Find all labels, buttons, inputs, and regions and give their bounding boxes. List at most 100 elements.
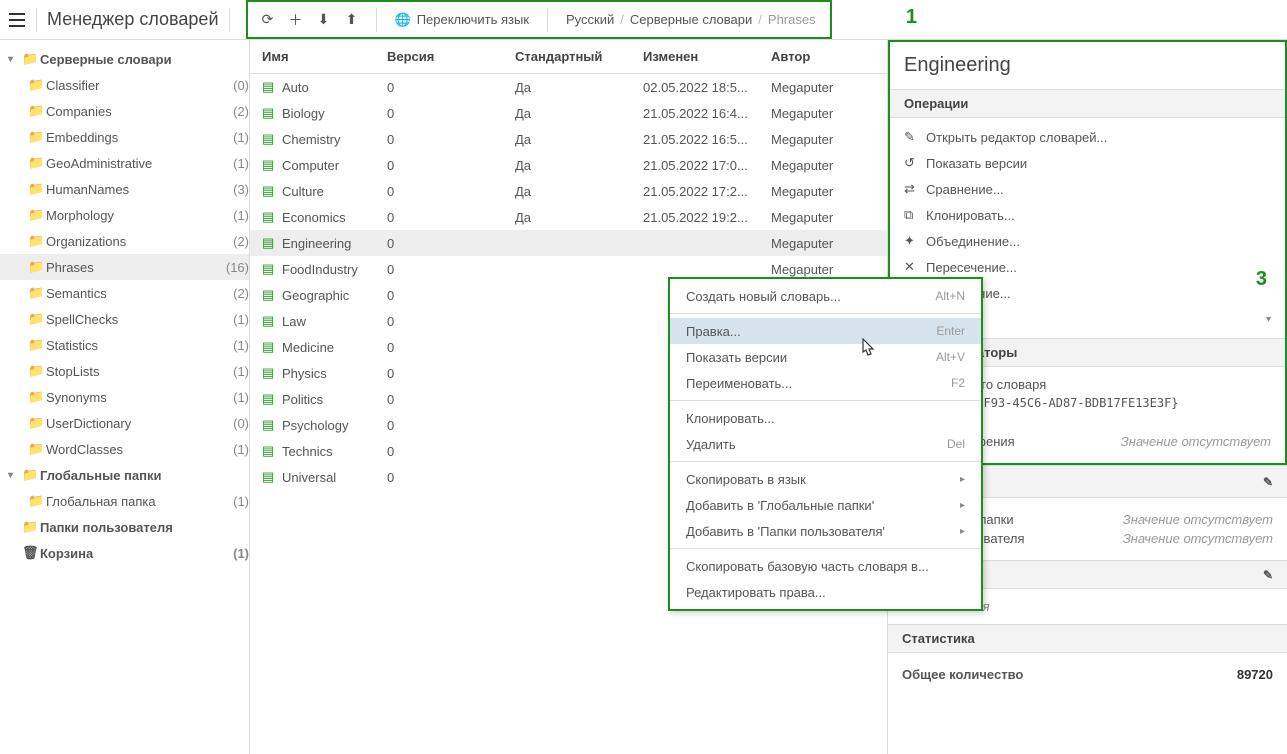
download-button[interactable]: ⬇ (310, 6, 338, 34)
sidebar-item[interactable]: 📁StopLists (1) (0, 358, 249, 384)
cell-name: Engineering (282, 236, 387, 251)
item-label: UserDictionary (46, 416, 231, 431)
sidebar-item[interactable]: 📁SpellChecks (1) (0, 306, 249, 332)
operation-item[interactable]: ✎Открыть редактор словарей... (890, 124, 1285, 150)
sidebar-group[interactable]: ▾📁Серверные словари (0, 46, 249, 72)
cell-name: Universal (282, 470, 387, 485)
table-row[interactable]: ▤Culture0Да21.05.2022 17:2...Megaputer (250, 178, 887, 204)
shortcut-label: F2 (951, 376, 965, 390)
edit-icon[interactable]: ✎ (1263, 475, 1273, 489)
separator (36, 8, 37, 32)
switch-language-button[interactable]: 🌐 Переключить язык (387, 12, 538, 28)
folder-icon: 📁 (28, 129, 46, 145)
breadcrumb-item[interactable]: Серверные словари (630, 12, 752, 27)
sidebar-item[interactable]: 📁Semantics (2) (0, 280, 249, 306)
sidebar-group[interactable]: 📁Папки пользователя (0, 514, 249, 540)
table-row[interactable]: ▤Biology0Да21.05.2022 16:4...Megaputer (250, 100, 887, 126)
context-menu-item[interactable]: Переименовать...F2 (670, 370, 981, 396)
annotation-1: 1 (906, 6, 917, 29)
folder-icon: 📁 (28, 311, 46, 327)
upload-button[interactable]: ⬆ (338, 6, 366, 34)
folder-icon: 📁 (28, 103, 46, 119)
sidebar-item[interactable]: 📁Statistics (1) (0, 332, 249, 358)
context-menu-item[interactable]: Добавить в 'Глобальные папки'▸ (670, 492, 981, 518)
sidebar-item[interactable]: 📁HumanNames (3) (0, 176, 249, 202)
col-modified[interactable]: Изменен (643, 49, 771, 64)
count-badge: (0) (233, 416, 249, 431)
table-row[interactable]: ▤Chemistry0Да21.05.2022 16:5...Megaputer (250, 126, 887, 152)
dictionary-icon: ▤ (262, 105, 282, 121)
cell-version: 0 (387, 184, 515, 199)
menu-item-label: Добавить в 'Папки пользователя' (686, 524, 960, 539)
table-row[interactable]: ▤Computer0Да21.05.2022 17:0...Megaputer (250, 152, 887, 178)
sidebar-item[interactable]: 📁Classifier (0) (0, 72, 249, 98)
dropdown-arrow-icon: ▾ (1266, 314, 1271, 325)
sidebar-group[interactable]: 🗑Корзина (1) (0, 540, 249, 566)
menu-item-label: Клонировать... (686, 411, 965, 426)
dictionary-icon: ▤ (262, 183, 282, 199)
folder-icon: 📁 (22, 519, 40, 535)
sidebar-item[interactable]: 📁WordClasses (1) (0, 436, 249, 462)
add-button[interactable]: ＋ (282, 6, 310, 34)
cell-name: Biology (282, 106, 387, 121)
sidebar-item[interactable]: 📁UserDictionary (0) (0, 410, 249, 436)
table-row[interactable]: ▤Economics0Да21.05.2022 19:2...Megaputer (250, 204, 887, 230)
menu-icon[interactable] (8, 11, 26, 29)
dictionary-icon: ▤ (262, 261, 282, 277)
menu-item-label: Удалить (686, 437, 947, 452)
item-label: Synonyms (46, 390, 231, 405)
dictionary-icon: ▤ (262, 79, 282, 95)
operation-icon: ↺ (904, 155, 926, 171)
dictionary-icon: ▤ (262, 339, 282, 355)
context-menu-item[interactable]: УдалитьDel (670, 431, 981, 457)
breadcrumb-item[interactable]: Русский (566, 12, 614, 27)
context-menu-item[interactable]: Показать версииAlt+V (670, 344, 981, 370)
context-menu-item[interactable]: Скопировать в язык▸ (670, 466, 981, 492)
context-menu-item[interactable]: Создать новый словарь...Alt+N (670, 283, 981, 309)
operation-item[interactable]: ↺Показать версии (890, 150, 1285, 176)
context-menu-item[interactable]: Скопировать базовую часть словаря в... (670, 553, 981, 579)
sidebar-item[interactable]: 📁Synonyms (1) (0, 384, 249, 410)
switch-language-label: Переключить язык (417, 12, 529, 27)
sidebar-item[interactable]: 📁Morphology (1) (0, 202, 249, 228)
sidebar-group[interactable]: ▾📁Глобальные папки (0, 462, 249, 488)
sidebar-item[interactable]: 📁Глобальная папка (1) (0, 488, 249, 514)
col-name[interactable]: Имя (262, 49, 387, 64)
sidebar-item[interactable]: 📁Embeddings (1) (0, 124, 249, 150)
sidebar-item[interactable]: 📁GeoAdministrative (1) (0, 150, 249, 176)
sidebar-item[interactable]: 📁Organizations (2) (0, 228, 249, 254)
operation-item[interactable]: ✦Объединение... (890, 228, 1285, 254)
dictionary-icon: ▤ (262, 469, 282, 485)
sidebar-item[interactable]: 📁Companies (2) (0, 98, 249, 124)
cell-author: Megaputer (771, 158, 887, 173)
operation-item[interactable]: ⇄Сравнение... (890, 176, 1285, 202)
context-menu-item[interactable]: Клонировать... (670, 405, 981, 431)
cell-author: Megaputer (771, 184, 887, 199)
breadcrumb-separator: / (620, 12, 624, 27)
item-label: HumanNames (46, 182, 231, 197)
operation-item[interactable]: ⧉Клонировать... (890, 202, 1285, 228)
item-label: Phrases (46, 260, 224, 275)
table-row[interactable]: ▤Auto0Да02.05.2022 18:5...Megaputer (250, 74, 887, 100)
edit-icon[interactable]: ✎ (1263, 568, 1273, 582)
context-menu-item[interactable]: Правка...Enter (670, 318, 981, 344)
col-version[interactable]: Версия (387, 49, 515, 64)
folder-icon: 📁 (28, 285, 46, 301)
context-menu-item[interactable]: Редактировать права... (670, 579, 981, 605)
operation-icon: ⇄ (904, 181, 926, 197)
table-row[interactable]: ▤Engineering0Megaputer (250, 230, 887, 256)
cell-name: Physics (282, 366, 387, 381)
cell-author: Megaputer (771, 262, 887, 277)
sidebar-item[interactable]: 📁Phrases (16) (0, 254, 249, 280)
refresh-button[interactable]: ⟳ (254, 6, 282, 34)
item-label: Organizations (46, 234, 231, 249)
cell-author: Megaputer (771, 106, 887, 121)
submenu-arrow-icon: ▸ (960, 526, 965, 537)
item-label: Semantics (46, 286, 231, 301)
cursor-icon (858, 338, 876, 356)
col-author[interactable]: Автор (771, 49, 887, 64)
context-menu-item[interactable]: Добавить в 'Папки пользователя'▸ (670, 518, 981, 544)
toolbar-highlighted: ⟳ ＋ ⬇ ⬆ 🌐 Переключить язык Русский / Сер… (246, 0, 832, 39)
col-standard[interactable]: Стандартный (515, 49, 643, 64)
dictionary-icon: ▤ (262, 287, 282, 303)
